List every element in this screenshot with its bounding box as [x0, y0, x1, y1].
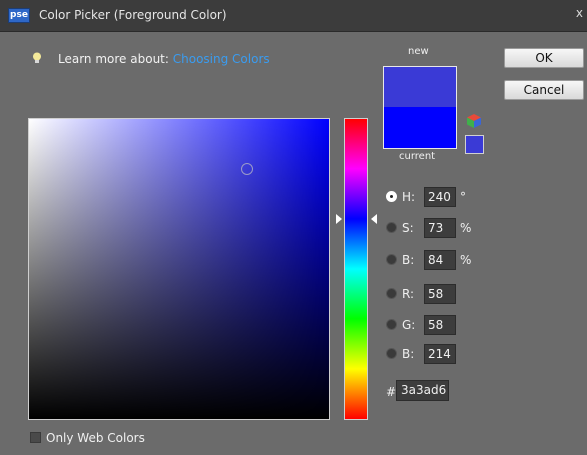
brightness-radio[interactable]: [386, 254, 397, 265]
title-bar: pse Color Picker (Foreground Color) x: [0, 0, 587, 32]
app-icon: pse: [8, 8, 30, 23]
blue-input[interactable]: 214: [424, 344, 456, 364]
new-color-swatch: [383, 66, 457, 108]
hue-slider-right-arrow[interactable]: [371, 214, 377, 224]
only-web-colors-checkbox[interactable]: [30, 432, 41, 443]
current-label: current: [399, 151, 436, 162]
close-icon[interactable]: x: [576, 6, 583, 20]
learn-more-prefix: Learn more about:: [58, 52, 169, 66]
green-input[interactable]: 58: [424, 315, 456, 335]
hue-radio[interactable]: [386, 191, 397, 202]
blue-label: B:: [402, 347, 415, 361]
brightness-unit: %: [460, 253, 472, 267]
green-radio[interactable]: [386, 319, 397, 330]
gamut-cube-icon[interactable]: [466, 113, 482, 129]
red-label: R:: [402, 287, 415, 301]
brightness-label: B:: [402, 253, 415, 267]
brightness-gradient: [29, 119, 329, 419]
red-input[interactable]: 58: [424, 284, 456, 304]
cancel-button[interactable]: Cancel: [504, 80, 584, 100]
color-picker-marker[interactable]: [241, 163, 253, 175]
saturation-label: S:: [402, 221, 414, 235]
saturation-radio[interactable]: [386, 222, 397, 233]
learn-more-text: Learn more about: Choosing Colors: [58, 52, 270, 66]
hue-slider-left-arrow[interactable]: [336, 214, 342, 224]
blue-radio[interactable]: [386, 348, 397, 359]
brightness-input[interactable]: 84: [424, 250, 456, 270]
saturation-input[interactable]: 73: [424, 218, 456, 238]
hue-unit: °: [460, 190, 466, 204]
color-field[interactable]: [28, 118, 330, 420]
hue-slider[interactable]: [344, 118, 368, 420]
saturation-unit: %: [460, 221, 472, 235]
window-title: Color Picker (Foreground Color): [39, 8, 227, 22]
green-label: G:: [402, 318, 416, 332]
only-web-colors-label[interactable]: Only Web Colors: [46, 431, 145, 445]
hex-symbol: #: [386, 385, 397, 399]
choosing-colors-link[interactable]: Choosing Colors: [173, 52, 270, 66]
hue-input[interactable]: 240: [424, 187, 456, 207]
current-color-swatch[interactable]: [383, 107, 457, 149]
hue-label: H:: [402, 190, 416, 204]
red-radio[interactable]: [386, 288, 397, 299]
ok-button[interactable]: OK: [504, 48, 584, 68]
new-label: new: [408, 46, 429, 57]
hex-input[interactable]: 3a3ad6: [396, 380, 449, 401]
lightbulb-icon: [33, 52, 41, 63]
web-safe-swatch[interactable]: [465, 135, 484, 154]
